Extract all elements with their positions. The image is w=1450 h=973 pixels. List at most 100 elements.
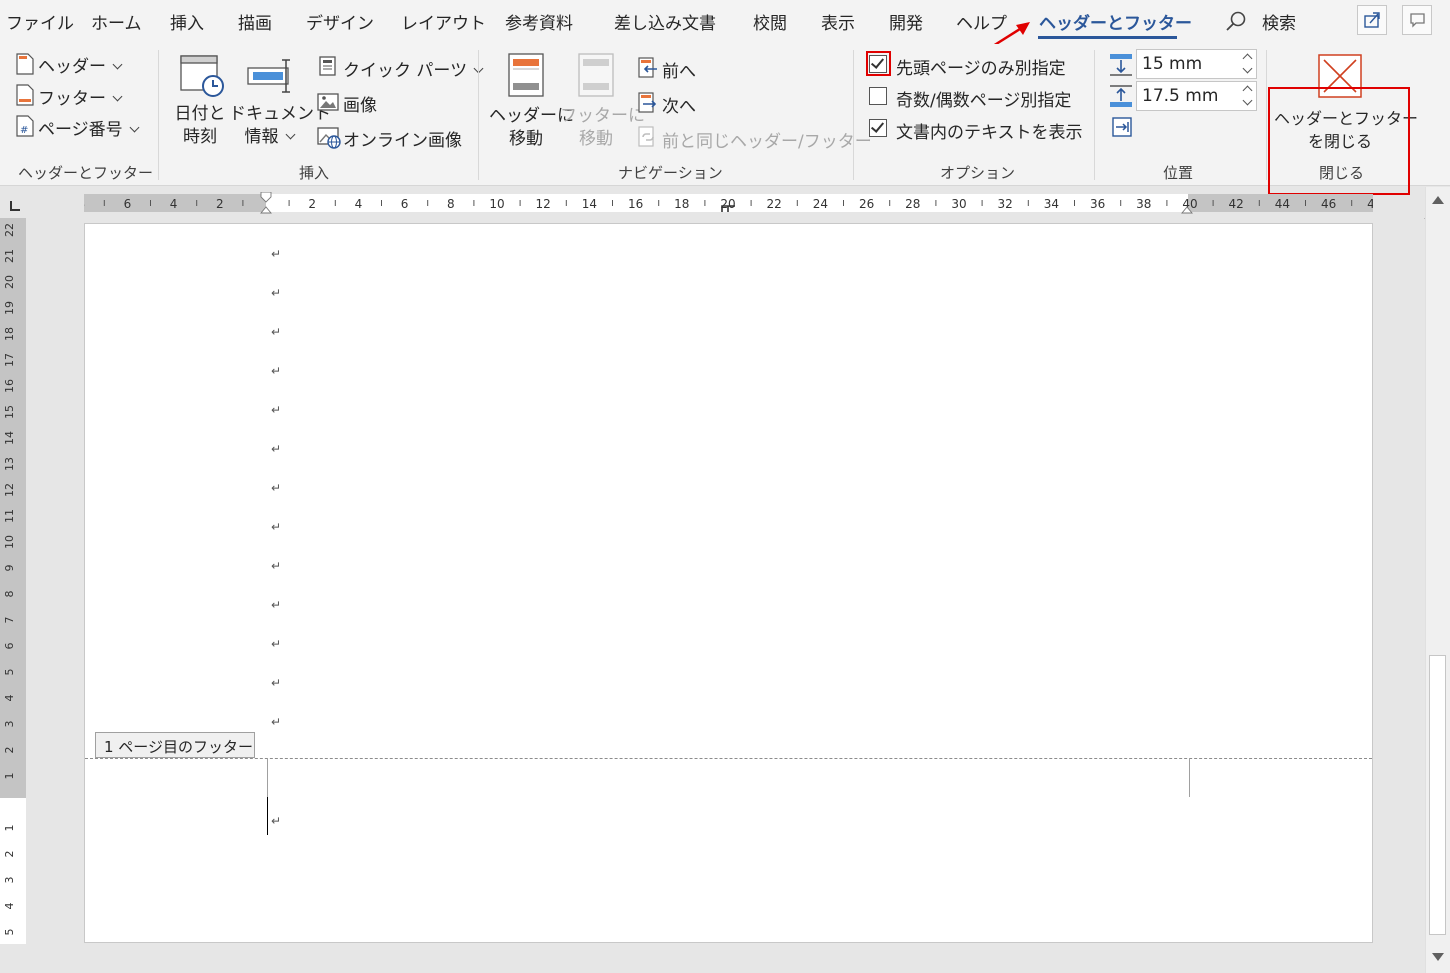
footer-from-bottom-spinner[interactable]: 17.5 mm [1136,81,1257,111]
tab-mailings[interactable]: 差し込み文書 [614,9,716,34]
ruler-tick-label: 8 [447,197,455,211]
comments-button[interactable] [1402,5,1432,35]
ruler-tick-label: 8 [3,591,16,598]
ruler-tick-label: 15 [3,405,16,419]
tab-view[interactable]: 表示 [821,9,855,34]
date-time-label-1: 日付と [174,104,226,124]
spin-up-icon[interactable] [1242,85,1253,96]
search-label[interactable]: 検索 [1262,9,1296,34]
paragraph-mark: ↵ [271,559,282,573]
tab-home[interactable]: ホーム [91,9,142,34]
ruler-tick-label: 3 [3,877,16,884]
active-tab-underline [1038,36,1177,39]
ruler-tick-label: 1 [3,825,16,832]
document-info-icon [247,59,290,93]
ruler-tick-label: 12 [3,483,16,497]
previous-arrow-icon [638,57,657,78]
ruler-tick-label: 12 [536,197,551,211]
share-button[interactable] [1357,5,1387,35]
go-to-header-icon [508,53,544,97]
ruler-tick-label: 21 [3,249,16,263]
group-label-insert: 挿入 [299,164,330,182]
tab-review[interactable]: 校閲 [753,9,787,34]
online-picture-icon [317,127,341,149]
ruler-tick-label: 3 [3,721,16,728]
paragraph-mark: ↵ [271,247,282,261]
date-time-button[interactable]: 日付と 時刻 [172,52,228,149]
group-label-header-footer: ヘッダーとフッター [18,164,154,182]
ruler-tick-label: 2 [3,851,16,858]
paragraph-mark: ↵ [271,637,282,651]
tab-design[interactable]: デザイン [306,9,374,34]
group-label-close: 閉じる [1319,164,1365,182]
tab-references[interactable]: 参考資料 [505,9,573,34]
paragraph-mark: ↵ [271,598,282,612]
horizontal-ruler[interactable]: 8642246810121416182022242628303234363840… [84,192,1373,214]
paragraph-mark: ↵ [271,676,282,690]
ruler-tick-label: 4 [355,197,363,211]
spin-up-icon[interactable] [1242,53,1253,64]
ruler-tick-label: 6 [401,197,409,211]
ribbon: ヘッダー フッター # ページ番号 ヘッダーとフッター 日付と 時刻 ドキュメン… [0,44,1450,220]
search-icon[interactable] [1225,10,1247,32]
scrollbar-thumb[interactable] [1429,655,1446,935]
share-icon [1364,12,1380,28]
paragraph-mark: ↵ [271,364,282,378]
tab-file[interactable]: ファイル [6,9,74,34]
group-separator [478,50,479,180]
different-odd-even-label[interactable]: 奇数/偶数ページ別指定 [896,86,1071,111]
picture-button[interactable]: 画像 [343,91,377,116]
vertical-ruler[interactable]: 2221201918171615141312111098765432112345 [0,218,26,944]
go-to-header-button[interactable]: ヘッダーに 移動 [489,52,574,151]
show-document-text-label[interactable]: 文書内のテキストを表示 [896,118,1083,143]
ruler-tick-label: 40 [1182,197,1197,211]
document-info-label-2: 情報 [229,126,309,149]
go-to-footer-button[interactable]: フッターに 移動 [560,52,645,151]
header-position-icon [1110,54,1132,76]
ruler-tick-label: 18 [674,197,689,211]
insert-alignment-tab-icon[interactable] [1110,115,1134,139]
group-separator [853,50,854,180]
online-picture-button[interactable]: オンライン画像 [343,126,462,151]
tab-insert[interactable]: 挿入 [170,9,204,34]
previous-button[interactable]: 前へ [662,57,696,82]
next-button[interactable]: 次へ [662,92,696,117]
scroll-down-arrow-icon[interactable] [1432,953,1444,961]
vertical-scrollbar[interactable] [1425,187,1450,973]
header-from-top-value: 15 mm [1142,54,1203,74]
tab-developer[interactable]: 開発 [889,9,923,34]
ruler-tick-label: 28 [905,197,920,211]
ruler-tick-label: 13 [3,457,16,471]
group-separator [1266,50,1267,180]
document-info-button[interactable]: ドキュメント 情報 [229,52,331,149]
tab-header-footer[interactable]: ヘッダーとフッター [1039,9,1192,34]
spin-down-icon[interactable] [1242,95,1253,106]
go-to-footer-icon [578,53,614,97]
footer-icon [16,84,34,106]
tab-draw[interactable]: 描画 [238,9,272,34]
show-document-text-checkbox[interactable] [869,119,887,137]
group-label-position: 位置 [1163,164,1194,182]
footer-right-crop-mark [1189,759,1190,797]
group-separator [158,50,159,180]
different-odd-even-checkbox[interactable] [869,87,887,105]
ruler-tick-label: 22 [767,197,782,211]
tab-layout[interactable]: レイアウト [401,9,486,34]
ruler-tick-label: 4 [3,695,16,702]
quick-parts-button[interactable]: クイック パーツ [343,56,484,81]
tab-selector-icon[interactable] [8,199,22,213]
header-button[interactable]: ヘッダー [38,52,123,77]
different-first-page-label[interactable]: 先頭ページのみ別指定 [896,54,1066,79]
header-from-top-spinner[interactable]: 15 mm [1136,49,1257,79]
quick-parts-icon [319,56,336,76]
scroll-up-arrow-icon[interactable] [1432,196,1444,204]
page-number-button[interactable]: ページ番号 [38,115,140,140]
text-cursor [267,797,268,835]
paragraph-mark: ↵ [271,481,282,495]
ruler-tick-label: 2 [3,747,16,754]
link-to-previous-button[interactable]: 前と同じヘッダー/フッター [662,127,872,152]
footer-button[interactable]: フッター [38,84,123,109]
footer-from-bottom-value: 17.5 mm [1142,86,1219,106]
ruler-tick-label: 7 [3,617,16,624]
spin-down-icon[interactable] [1242,63,1253,74]
